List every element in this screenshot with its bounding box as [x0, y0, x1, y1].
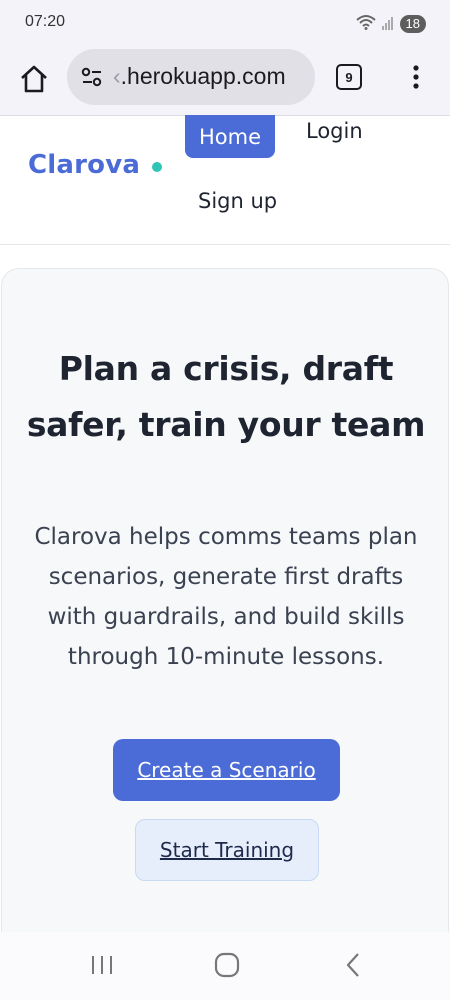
- browser-home-button[interactable]: [18, 63, 50, 95]
- status-bar: 07:20 18: [0, 0, 450, 46]
- site-settings-icon[interactable]: [81, 67, 103, 87]
- url-text[interactable]: ‹.herokuapp.com: [113, 63, 309, 90]
- browser-toolbar: ‹.herokuapp.com 9: [0, 46, 450, 116]
- nav-login-link[interactable]: Login: [306, 119, 363, 143]
- wifi-icon: [355, 14, 376, 34]
- url-domain: .herokuapp.com: [120, 63, 286, 89]
- hero-card: Plan a crisis, draft safer, train your t…: [1, 268, 449, 948]
- hero-subtitle: Clarova helps comms teams plan scenarios…: [34, 524, 418, 670]
- address-bar[interactable]: ‹.herokuapp.com: [67, 49, 315, 105]
- nav-home-link[interactable]: Home: [185, 115, 275, 158]
- url-faded-prefix: ‹: [113, 63, 121, 89]
- system-nav-bar: [0, 932, 450, 1000]
- battery-indicator: 18: [399, 15, 426, 33]
- tab-switcher-button[interactable]: 9: [336, 64, 362, 90]
- browser-menu-button[interactable]: [406, 62, 426, 92]
- status-time: 07:20: [25, 13, 66, 30]
- signal-icon: [381, 15, 394, 34]
- site-logo[interactable]: Clarova: [28, 150, 140, 180]
- start-training-button[interactable]: Start Training: [135, 819, 319, 881]
- back-button[interactable]: [344, 952, 362, 978]
- create-scenario-button[interactable]: Create a Scenario: [113, 739, 340, 801]
- home-icon: [21, 65, 47, 93]
- recents-icon: [92, 956, 112, 974]
- site-header: Clarova Home Login Sign up: [0, 115, 450, 245]
- status-icons: 18: [355, 14, 426, 34]
- back-icon: [346, 953, 359, 977]
- recents-button[interactable]: [90, 954, 114, 976]
- system-home-button[interactable]: [214, 952, 240, 978]
- system-home-icon: [214, 952, 240, 978]
- more-vert-icon: [413, 65, 419, 89]
- logo-dot: [152, 162, 162, 172]
- nav-signup-link[interactable]: Sign up: [198, 189, 277, 213]
- hero-title: Plan a crisis, draft safer, train your t…: [26, 349, 426, 444]
